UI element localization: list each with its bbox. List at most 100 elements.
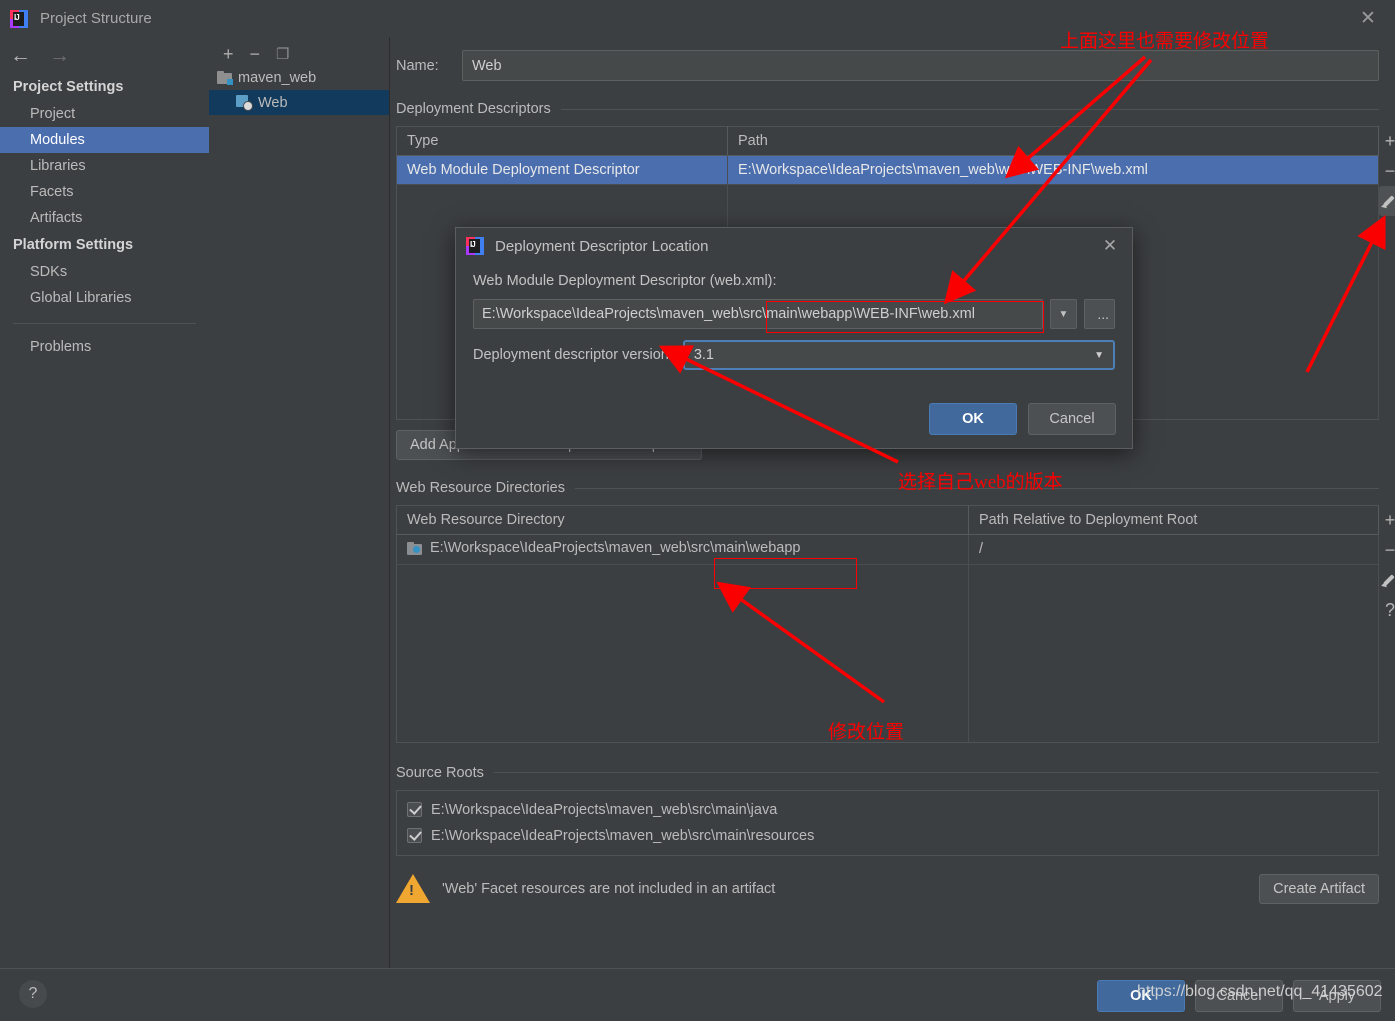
source-root-label: E:\Workspace\IdeaProjects\maven_web\src\…	[431, 827, 815, 844]
web-resource-directories-toolbar: + − ?	[1379, 505, 1395, 625]
help-web-resource-icon[interactable]: ?	[1379, 595, 1395, 625]
section-rule	[493, 772, 1379, 773]
back-arrow-icon[interactable]: ←	[10, 45, 31, 66]
column-header-web-resource-directory[interactable]: Web Resource Directory	[396, 505, 969, 535]
descriptor-version-value: 3.1	[693, 347, 715, 363]
cell-type: Web Module Deployment Descriptor	[396, 155, 728, 185]
name-input[interactable]	[462, 50, 1379, 81]
table-row[interactable]: Web Module Deployment Descriptor E:\Work…	[396, 155, 1379, 185]
deployment-descriptors-toolbar: + −	[1379, 126, 1395, 216]
sidebar-group-platform-settings: Platform Settings	[13, 237, 134, 253]
section-rule	[574, 487, 1379, 489]
remove-module-icon[interactable]: −	[250, 45, 261, 63]
settings-sidebar: ← → Project Settings Project Modules Lib…	[0, 37, 209, 968]
descriptor-version-select[interactable]: 3.1 ▼	[682, 340, 1115, 370]
web-resource-directories-table: Web Resource Directory Path Relative to …	[396, 505, 1379, 743]
add-web-resource-icon[interactable]: +	[1379, 505, 1395, 535]
section-title: Source Roots	[396, 764, 484, 781]
chevron-down-icon: ▼	[1094, 349, 1104, 361]
window-title-bar: IJ Project Structure ✕	[0, 0, 1395, 37]
checkbox-checked-icon[interactable]	[407, 828, 422, 843]
tree-node-maven-web[interactable]: maven_web	[209, 65, 389, 90]
column-header-path[interactable]: Path	[727, 126, 1379, 156]
tree-node-web[interactable]: Web	[209, 90, 389, 115]
modal-ok-button[interactable]: OK	[929, 403, 1017, 435]
deployment-descriptor-location-dialog: IJ Deployment Descriptor Location ✕ Web …	[455, 227, 1133, 449]
sidebar-item-modules[interactable]: Modules	[0, 127, 209, 153]
modal-title-bar: IJ Deployment Descriptor Location ✕	[456, 228, 1132, 264]
add-module-icon[interactable]: +	[223, 45, 234, 63]
warning-triangle-icon	[396, 874, 430, 903]
folder-resource-icon	[407, 541, 422, 555]
descriptor-version-row: Deployment descriptor version 3.1 ▼	[456, 329, 1132, 370]
section-title: Deployment Descriptors	[396, 101, 551, 117]
ok-button[interactable]: OK	[1097, 980, 1185, 1012]
sidebar-nav-arrows: ← →	[0, 37, 209, 73]
source-roots-header: Source Roots	[390, 765, 1395, 781]
modal-button-group: OK Cancel	[929, 403, 1116, 435]
cell-web-resource-directory: E:\Workspace\IdeaProjects\maven_web\src\…	[396, 534, 969, 565]
remove-web-resource-icon[interactable]: −	[1379, 535, 1395, 565]
apply-button[interactable]: Apply	[1293, 980, 1381, 1012]
create-artifact-button[interactable]: Create Artifact	[1259, 873, 1379, 904]
descriptor-path-row: E:\Workspace\IdeaProjects\maven_web\src\…	[456, 289, 1132, 329]
dialog-footer: ? OK Cancel Apply	[0, 968, 1395, 1021]
sidebar-item-facets[interactable]: Facets	[0, 179, 209, 205]
cell-directory-text: E:\Workspace\IdeaProjects\maven_web\src\…	[430, 540, 801, 556]
table-row[interactable]: E:\Workspace\IdeaProjects\maven_web\src\…	[396, 534, 1379, 565]
sidebar-item-libraries[interactable]: Libraries	[0, 153, 209, 179]
tree-node-label: maven_web	[238, 69, 317, 86]
section-rule	[560, 108, 1379, 110]
filler-cell	[968, 564, 1379, 742]
sidebar-item-project[interactable]: Project	[0, 101, 209, 127]
footer-button-group: OK Cancel Apply	[1097, 980, 1381, 1012]
checkbox-checked-icon[interactable]	[407, 802, 422, 817]
section-title: Web Resource Directories	[396, 480, 565, 496]
modal-title: Deployment Descriptor Location	[495, 237, 709, 255]
modal-cancel-button[interactable]: Cancel	[1028, 403, 1116, 435]
project-structure-window: IJ Project Structure ✕ ← → Project Setti…	[0, 0, 1395, 1021]
descriptor-path-input[interactable]: E:\Workspace\IdeaProjects\maven_web\src\…	[473, 299, 1043, 329]
web-resource-directories-table-wrap: Web Resource Directory Path Relative to …	[396, 505, 1395, 743]
sidebar-item-global-libraries[interactable]: Global Libraries	[0, 285, 209, 311]
filler-cell	[396, 564, 969, 742]
modal-close-icon[interactable]: ✕	[1098, 236, 1122, 256]
sidebar-item-artifacts[interactable]: Artifacts	[0, 205, 209, 231]
column-header-type[interactable]: Type	[396, 126, 728, 156]
cell-relative-path: /	[968, 534, 1379, 565]
source-roots-list: E:\Workspace\IdeaProjects\maven_web\src\…	[396, 789, 1379, 856]
web-resource-directories-header: Web Resource Directories	[390, 480, 1395, 496]
descriptor-version-label: Deployment descriptor version	[473, 347, 669, 363]
deployment-descriptors-header: Deployment Descriptors	[390, 101, 1395, 117]
list-item[interactable]: E:\Workspace\IdeaProjects\maven_web\src\…	[397, 797, 1378, 823]
module-tree-toolbar: + − ❐	[209, 37, 389, 65]
name-label: Name:	[396, 57, 439, 74]
column-header-path-relative[interactable]: Path Relative to Deployment Root	[968, 505, 1379, 535]
web-facet-icon	[236, 95, 253, 111]
help-icon[interactable]: ?	[19, 980, 47, 1008]
intellij-idea-logo-icon: IJ	[10, 9, 28, 28]
close-icon[interactable]: ✕	[1355, 8, 1381, 30]
forward-arrow-icon[interactable]: →	[49, 45, 70, 66]
copy-module-icon[interactable]: ❐	[276, 47, 289, 62]
sidebar-group-project-settings: Project Settings	[13, 79, 124, 95]
sidebar-item-sdks[interactable]: SDKs	[0, 259, 209, 285]
intellij-idea-logo-icon: IJ	[466, 237, 484, 255]
descriptor-path-label: Web Module Deployment Descriptor (web.xm…	[473, 273, 777, 289]
sidebar-divider	[13, 323, 196, 324]
chevron-down-icon[interactable]: ▼	[1050, 299, 1077, 329]
browse-button[interactable]: ...	[1084, 299, 1115, 329]
table-header-row: Web Resource Directory Path Relative to …	[396, 505, 1379, 535]
window-title: Project Structure	[40, 10, 152, 27]
edit-descriptor-icon[interactable]	[1379, 186, 1395, 216]
sidebar-item-problems[interactable]: Problems	[0, 334, 209, 360]
tree-node-label: Web	[258, 94, 288, 111]
edit-web-resource-icon[interactable]	[1379, 565, 1395, 595]
cell-path: E:\Workspace\IdeaProjects\maven_web\web\…	[727, 155, 1379, 185]
list-item[interactable]: E:\Workspace\IdeaProjects\maven_web\src\…	[397, 823, 1378, 849]
add-descriptor-icon[interactable]: +	[1379, 126, 1395, 156]
warning-text: 'Web' Facet resources are not included i…	[442, 880, 776, 897]
remove-descriptor-icon[interactable]: −	[1379, 156, 1395, 186]
cancel-button[interactable]: Cancel	[1195, 980, 1283, 1012]
source-root-label: E:\Workspace\IdeaProjects\maven_web\src\…	[431, 801, 778, 818]
